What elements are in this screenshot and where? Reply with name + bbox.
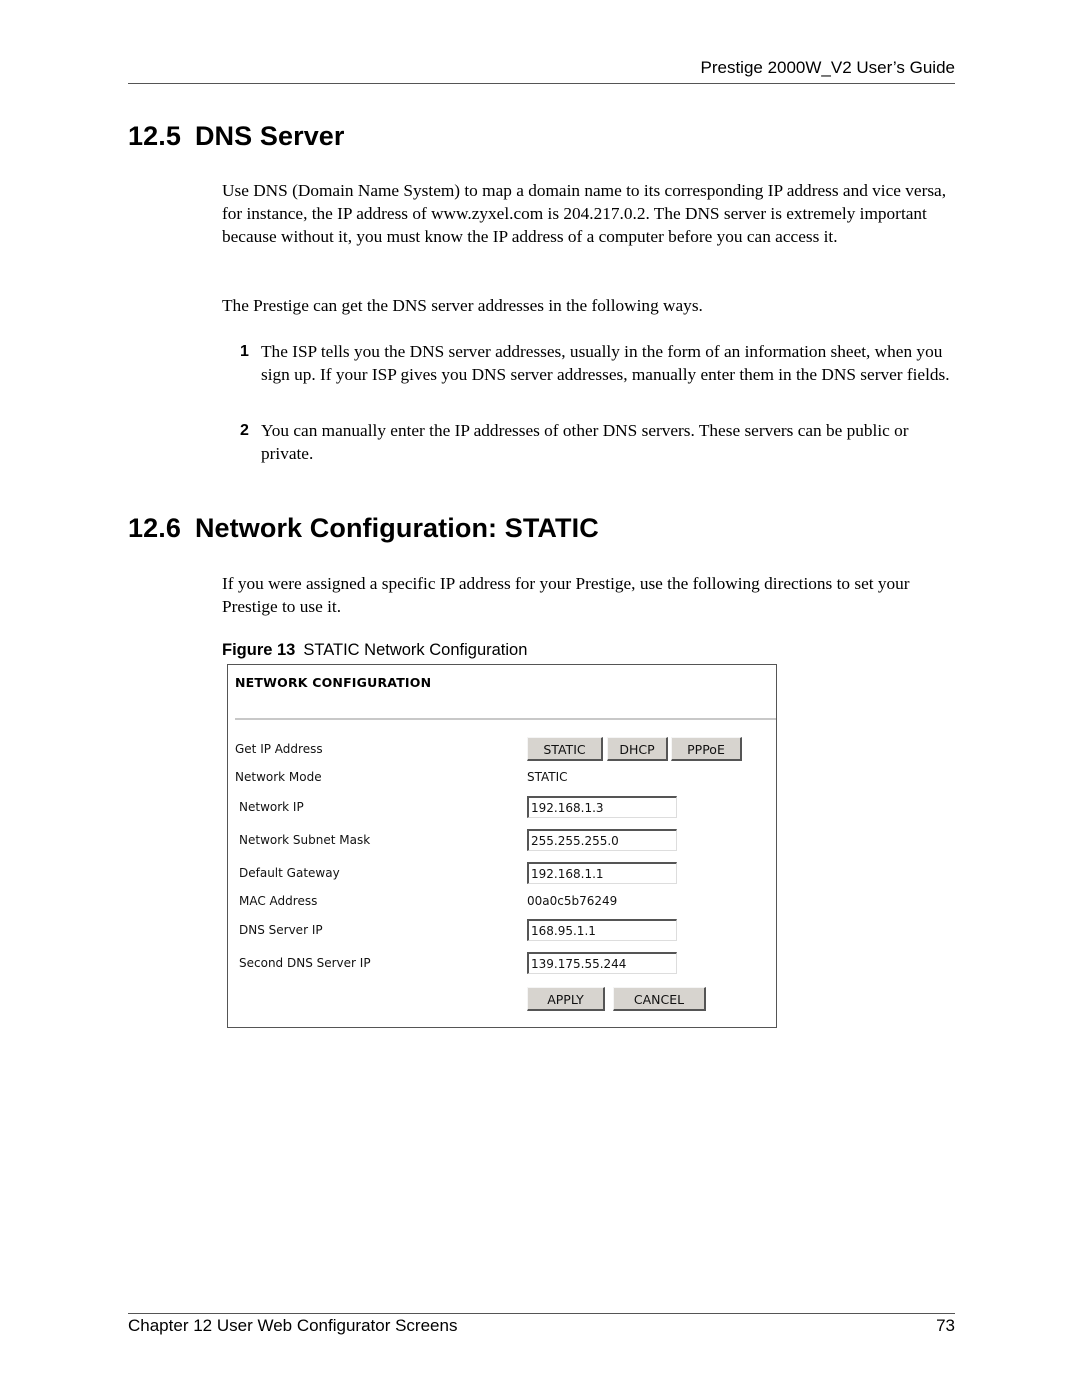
section-number: 12.6 <box>128 513 181 543</box>
page-number: 73 <box>936 1316 955 1335</box>
section-title: DNS Server <box>194 121 345 151</box>
figure-label: Figure 13 <box>222 641 296 659</box>
dns-server-ip-input[interactable] <box>527 919 677 941</box>
panel-title: NETWORK CONFIGURATION <box>235 675 432 690</box>
footer-chapter: Chapter 12 User Web Configurator Screens <box>128 1316 458 1335</box>
header-divider <box>128 83 955 84</box>
network-ip-label: Network IP <box>239 800 304 814</box>
network-configuration-panel: NETWORK CONFIGURATION Get IP Address STA… <box>227 664 777 1028</box>
dhcp-mode-button[interactable]: DHCP <box>607 737 668 761</box>
get-ip-address-label: Get IP Address <box>235 742 323 756</box>
panel-divider <box>235 718 776 720</box>
list-item: 2 You can manually enter the IP addresse… <box>240 419 957 465</box>
network-mode-label: Network Mode <box>235 770 322 784</box>
default-gateway-input[interactable] <box>527 862 677 884</box>
apply-button[interactable]: APPLY <box>527 987 605 1011</box>
dns-paragraph-1: Use DNS (Domain Name System) to map a do… <box>222 181 947 246</box>
static-mode-button[interactable]: STATIC <box>527 737 603 761</box>
list-text: You can manually enter the IP addresses … <box>261 421 909 463</box>
second-dns-server-ip-input[interactable] <box>527 952 677 974</box>
network-mode-value: STATIC <box>527 770 568 784</box>
mac-address-label: MAC Address <box>239 894 318 908</box>
second-dns-server-ip-label: Second DNS Server IP <box>239 956 371 970</box>
section-heading-static: 12.6 Network Configuration: STATIC <box>128 513 599 544</box>
list-item: 1 The ISP tells you the DNS server addre… <box>240 340 957 386</box>
section-heading-dns: 12.5 DNS Server <box>128 121 345 152</box>
section-title: Network Configuration: STATIC <box>194 513 599 543</box>
dns-paragraph-2: The Prestige can get the DNS server addr… <box>222 296 703 315</box>
list-number: 1 <box>240 343 249 360</box>
list-number: 2 <box>240 422 249 439</box>
subnet-mask-label: Network Subnet Mask <box>239 833 371 847</box>
figure-caption: Figure 13 STATIC Network Configuration <box>222 641 527 660</box>
figure-title: STATIC Network Configuration <box>303 641 528 659</box>
default-gateway-label: Default Gateway <box>239 866 340 880</box>
running-header: Prestige 2000W_V2 User’s Guide <box>700 58 955 77</box>
list-text: The ISP tells you the DNS server address… <box>261 342 950 384</box>
section-number: 12.5 <box>128 121 181 151</box>
network-ip-input[interactable] <box>527 796 677 818</box>
mac-address-value: 00a0c5b76249 <box>527 894 618 908</box>
cancel-button[interactable]: CANCEL <box>613 987 706 1011</box>
dns-server-ip-label: DNS Server IP <box>239 923 323 937</box>
footer-divider <box>128 1313 955 1314</box>
static-paragraph-1: If you were assigned a specific IP addre… <box>222 574 910 616</box>
subnet-mask-input[interactable] <box>527 829 677 851</box>
pppoe-mode-button[interactable]: PPPoE <box>671 737 742 761</box>
